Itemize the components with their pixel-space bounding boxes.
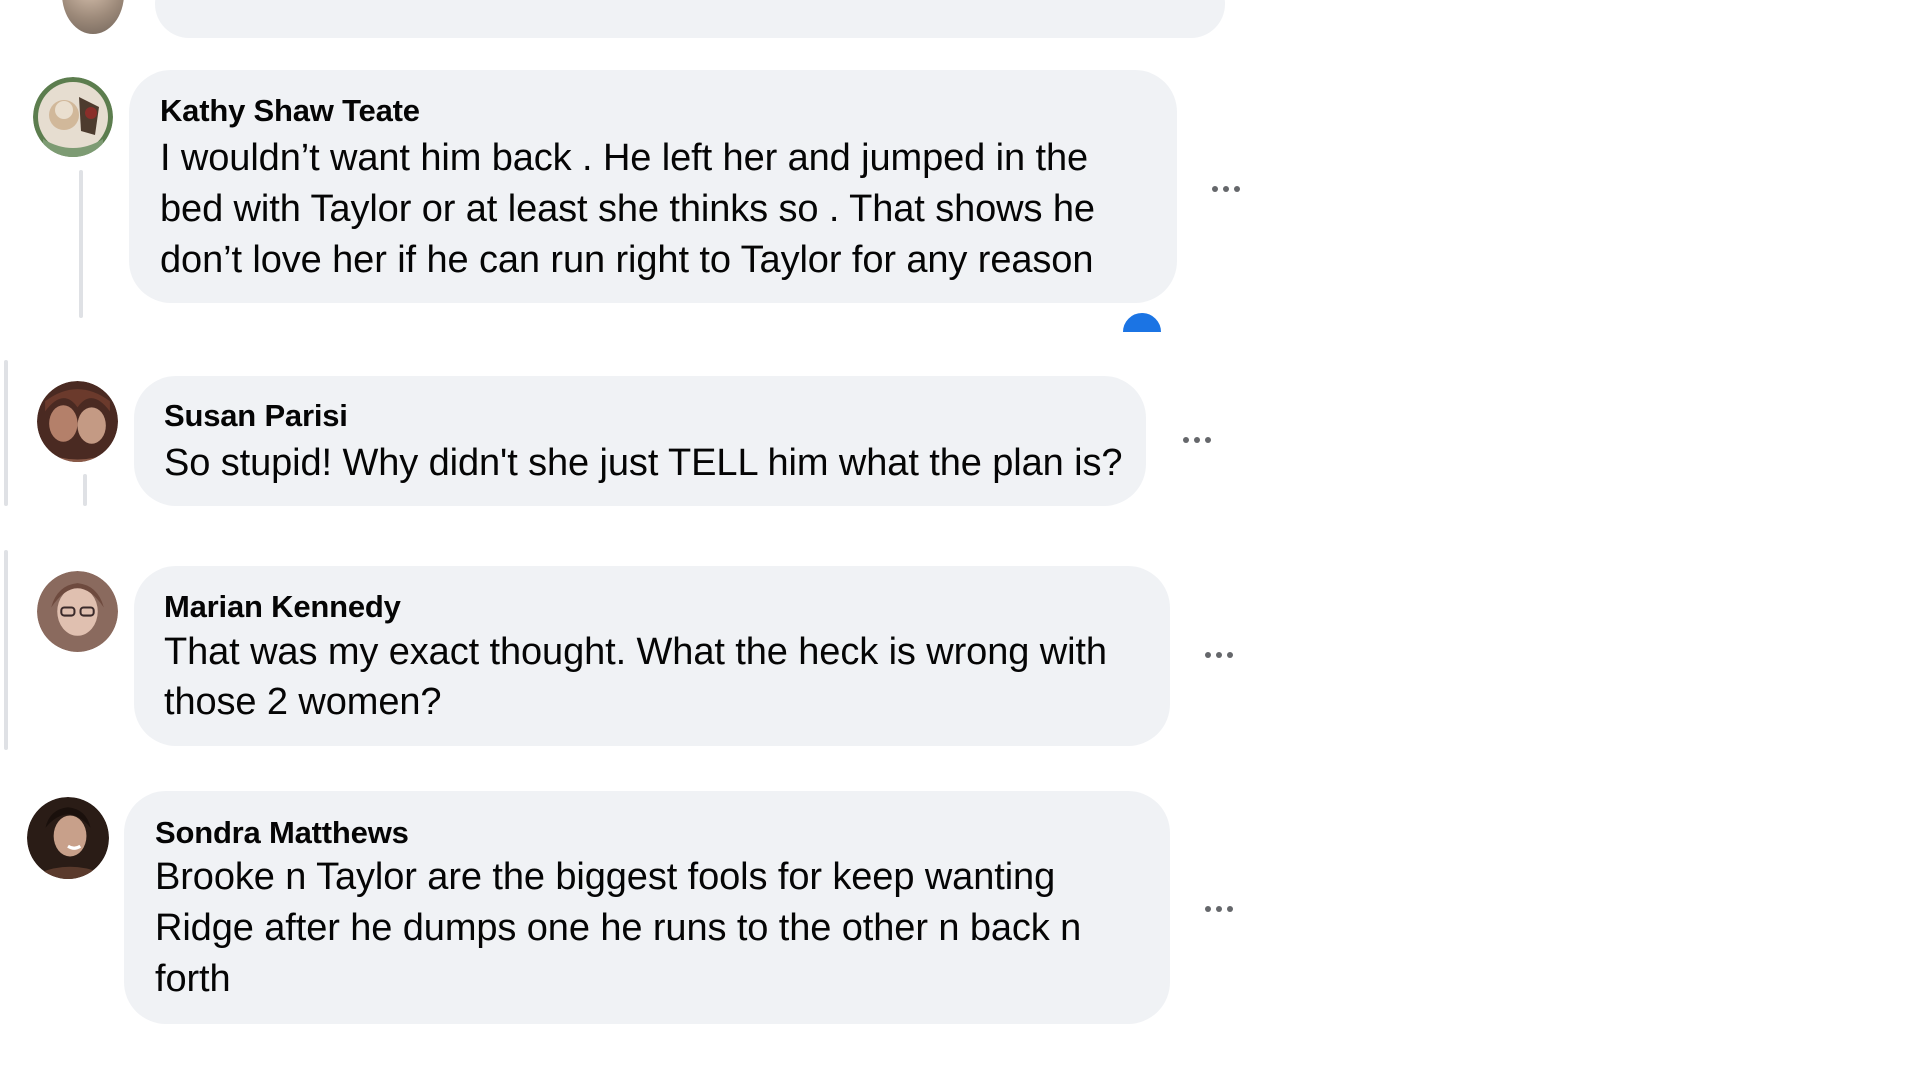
comment-author[interactable]: Sondra Matthews [155,815,409,851]
reaction-icon[interactable] [1120,310,1164,332]
thread-connector-line [83,474,87,506]
comment-text-line: forth [155,958,231,1000]
more-horizontal-icon[interactable] [1196,632,1242,678]
previous-comment-avatar[interactable] [62,0,124,34]
comment-text-line: I wouldn’t want him back . He left her a… [160,137,1089,179]
comment-text-line: That was my exact thought. What the heck… [164,631,1107,673]
comment-author[interactable]: Susan Parisi [164,398,348,434]
comment-text-line: Brooke n Taylor are the biggest fools fo… [155,856,1056,898]
comment-text-line: Ridge after he dumps one he runs to the … [155,907,1082,949]
comment-text-line: bed with Taylor or at least she thinks s… [160,188,1095,230]
avatar[interactable] [27,797,109,879]
comment-author[interactable]: Marian Kennedy [164,589,401,625]
more-horizontal-icon[interactable] [1203,166,1249,212]
next-action-row-sliver [155,1030,515,1038]
avatar[interactable] [33,77,113,157]
thread-connector-line [4,360,8,506]
comment-text-line: don’t love her if he can run right to Ta… [160,239,1094,281]
avatar[interactable] [37,381,118,462]
thread-connector-line [4,550,8,750]
avatar[interactable] [37,571,118,652]
more-horizontal-icon[interactable] [1196,886,1242,932]
comment-text-line: those 2 women? [164,681,442,723]
previous-comment-bubble [155,0,1225,38]
comment-thread: Kathy Shaw Teate I wouldn’t want him bac… [0,0,1920,1080]
more-horizontal-icon[interactable] [1174,417,1220,463]
comment-author[interactable]: Kathy Shaw Teate [160,93,420,129]
comment-text-line: So stupid! Why didn't she just TELL him … [164,442,1123,484]
thread-connector-line [79,170,83,318]
